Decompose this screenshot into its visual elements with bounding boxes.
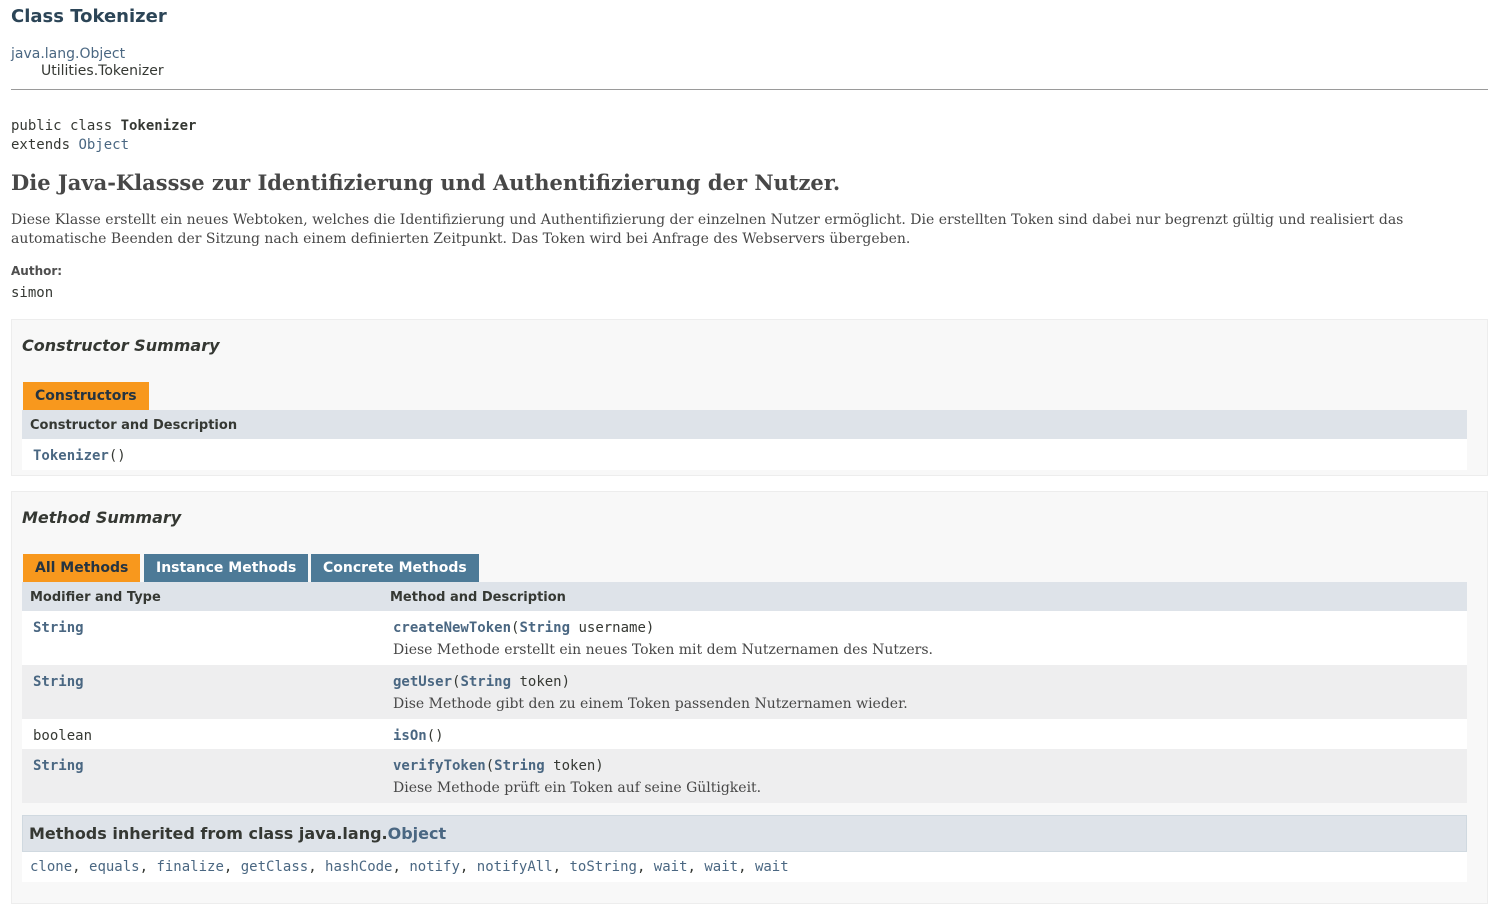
- inherited-heading: Methods inherited from class java.lang.O…: [29, 824, 446, 843]
- description-heading: Die Java-Klassse zur Identifizierung und…: [11, 170, 841, 195]
- param-rest: token): [511, 674, 571, 690]
- method-description: Diese Methode erstellt ein neues Token m…: [393, 642, 933, 658]
- separator: ,: [72, 859, 90, 875]
- method-link-getUser[interactable]: getUser: [393, 674, 452, 690]
- separator: ,: [223, 859, 241, 875]
- inherited-class-link[interactable]: Object: [388, 824, 447, 843]
- method-signature: getUser(String token): [393, 674, 570, 690]
- inherited-method-link[interactable]: finalize: [156, 859, 223, 875]
- column-header-method: Method and Description: [390, 590, 566, 605]
- method-signature: createNewToken(String username): [393, 620, 654, 636]
- constructor-table-header: Constructor and Description: [22, 410, 1467, 439]
- method-link-createNewToken[interactable]: createNewToken: [393, 620, 511, 636]
- column-header-modifier: Modifier and Type: [30, 590, 161, 605]
- class-declaration: public class Tokenizer: [11, 118, 196, 134]
- return-type: boolean: [33, 728, 93, 744]
- separator: ,: [308, 859, 326, 875]
- inherited-method-link[interactable]: hashCode: [325, 859, 392, 875]
- inherited-method-links: clone, equals, finalize, getClass, hashC…: [30, 859, 789, 875]
- constructor-signature: Tokenizer(): [33, 448, 126, 464]
- inherited-methods-list: clone, equals, finalize, getClass, hashC…: [22, 852, 1467, 882]
- divider: [11, 89, 1488, 90]
- inherited-method-link[interactable]: clone: [30, 859, 72, 875]
- description-body: Diese Klasse erstellt ein neues Webtoken…: [11, 212, 1404, 247]
- tab-all-methods[interactable]: All Methods: [23, 554, 141, 582]
- method-signature: verifyToken(String token): [393, 758, 604, 774]
- method-table-header: Modifier and Type Method and Description: [22, 582, 1467, 611]
- method-description: Diese Methode prüft ein Token auf seine …: [393, 780, 762, 796]
- method-summary-panel: Method Summary All Methods Instance Meth…: [11, 491, 1488, 904]
- return-type-link[interactable]: String: [33, 758, 84, 774]
- tab-instance-methods[interactable]: Instance Methods: [144, 554, 309, 582]
- inherited-method-link[interactable]: getClass: [241, 859, 308, 875]
- column-header: Constructor and Description: [30, 418, 238, 433]
- separator: ,: [552, 859, 570, 875]
- tab-concrete-methods[interactable]: Concrete Methods: [311, 554, 479, 582]
- return-type-link[interactable]: String: [33, 620, 84, 636]
- inheritance-child: Utilities.Tokenizer: [41, 63, 164, 79]
- author-label: Author:: [11, 264, 63, 278]
- method-link-verifyToken[interactable]: verifyToken: [393, 758, 486, 774]
- paren-open: (: [485, 758, 495, 774]
- table-row: String getUser(String token) Dise Method…: [22, 665, 1467, 719]
- separator: ,: [392, 859, 410, 875]
- param-type-link[interactable]: String: [519, 620, 570, 636]
- constructor-summary-title: Constructor Summary: [22, 336, 220, 355]
- method-description: Dise Methode gibt den zu einem Token pas…: [393, 696, 908, 712]
- table-row: String verifyToken(String token) Diese M…: [22, 749, 1467, 803]
- param-type-link[interactable]: String: [460, 674, 511, 690]
- inherited-method-link[interactable]: equals: [89, 859, 140, 875]
- separator: ,: [459, 859, 477, 875]
- inherited-method-link[interactable]: wait: [704, 859, 738, 875]
- extends-declaration: extends Object: [11, 137, 129, 153]
- inherited-prefix: Methods inherited from class java.lang.: [29, 824, 388, 843]
- tab-constructors[interactable]: Constructors: [23, 382, 149, 410]
- return-type-link[interactable]: String: [33, 674, 84, 690]
- separator: ,: [636, 859, 654, 875]
- constructor-params: (): [108, 448, 126, 464]
- declaration-class-name: Tokenizer: [120, 118, 197, 134]
- constructor-link[interactable]: Tokenizer: [33, 448, 109, 464]
- inheritance-root-link[interactable]: java.lang.Object: [11, 46, 125, 62]
- method-summary-title: Method Summary: [22, 508, 182, 527]
- method-params: (): [426, 728, 444, 744]
- constructor-summary-panel: Constructor Summary Constructors Constru…: [11, 319, 1488, 476]
- inherited-method-link[interactable]: toString: [570, 859, 637, 875]
- separator: ,: [139, 859, 157, 875]
- param-rest: token): [544, 758, 604, 774]
- declaration-prefix: public class: [11, 118, 121, 134]
- separator: ,: [687, 859, 705, 875]
- inherited-method-link[interactable]: wait: [654, 859, 688, 875]
- page-title: Class Tokenizer: [11, 6, 167, 27]
- superclass-link[interactable]: Object: [78, 137, 129, 153]
- inherited-method-link[interactable]: wait: [755, 859, 789, 875]
- table-row: Tokenizer(): [22, 439, 1467, 470]
- method-signature: isOn(): [393, 728, 444, 744]
- inherited-methods-header: Methods inherited from class java.lang.O…: [22, 815, 1467, 852]
- author-value: simon: [11, 285, 54, 301]
- extends-prefix: extends: [11, 137, 79, 153]
- param-rest: username): [570, 620, 655, 636]
- table-row: String createNewToken(String username) D…: [22, 611, 1467, 665]
- table-row: boolean isOn(): [22, 719, 1467, 749]
- inherited-method-link[interactable]: notifyAll: [477, 859, 553, 875]
- separator: ,: [738, 859, 755, 875]
- method-link-isOn[interactable]: isOn: [393, 728, 427, 744]
- inherited-method-link[interactable]: notify: [409, 859, 460, 875]
- param-type-link[interactable]: String: [494, 758, 545, 774]
